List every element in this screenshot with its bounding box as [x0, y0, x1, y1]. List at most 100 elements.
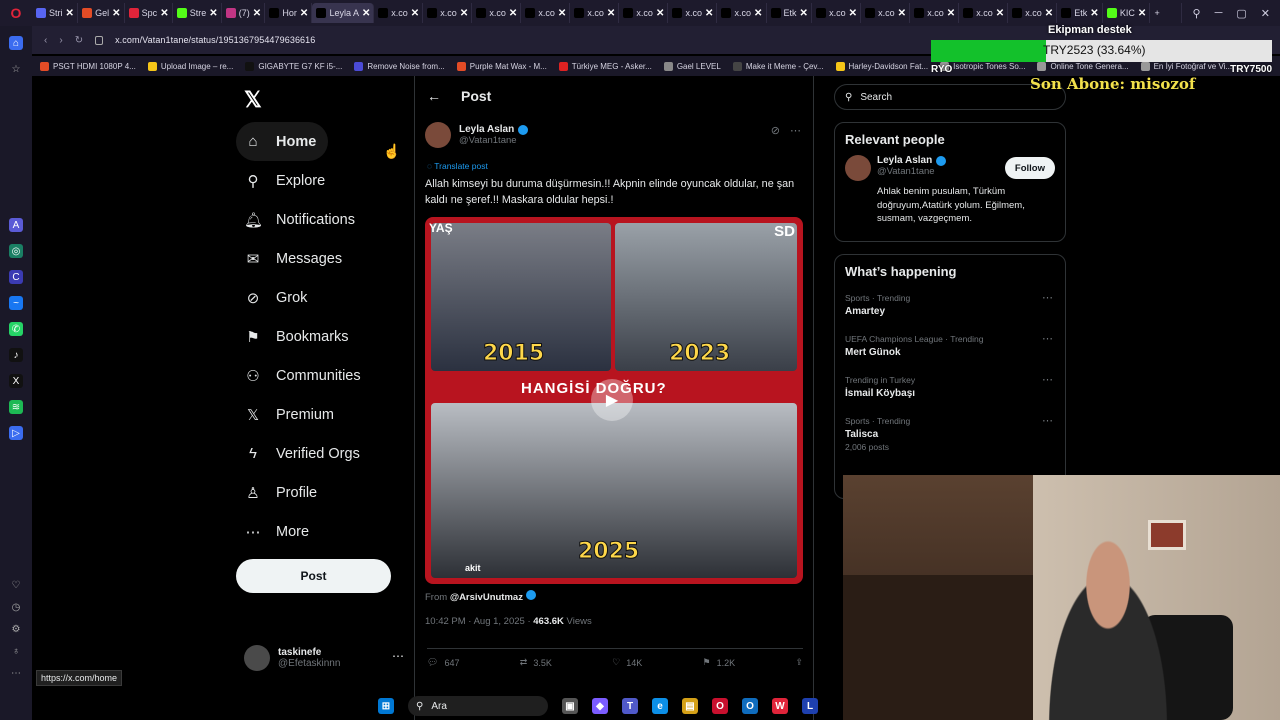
- browser-tab[interactable]: x.co ✕: [374, 3, 424, 23]
- task-view-icon[interactable]: ▣: [562, 698, 578, 714]
- nav-item-bookmarks[interactable]: ⚑ Bookmarks: [236, 317, 406, 356]
- browser-tab[interactable]: Stre ✕: [173, 3, 222, 23]
- trend-item[interactable]: Sports · Trending Talisca 2,006 posts ⋯: [835, 408, 1065, 452]
- heart-icon[interactable]: ♡: [9, 578, 23, 592]
- browser-tab[interactable]: x.co ✕: [1008, 3, 1058, 23]
- whatsapp-icon[interactable]: ✆: [9, 322, 23, 336]
- tab-close-icon[interactable]: ✕: [209, 8, 217, 19]
- trend-item[interactable]: Trending in Turkey İsmail Köybaşı ⋯: [835, 367, 1065, 408]
- browser-tab[interactable]: x.co ✕: [959, 3, 1009, 23]
- bookmark-item[interactable]: Gael LEVEL: [663, 61, 721, 71]
- nav-item-communities[interactable]: ⚇ Communities: [236, 356, 406, 395]
- browser-tab[interactable]: Spc ✕: [125, 3, 173, 23]
- opera-icon[interactable]: O: [712, 698, 728, 714]
- tab-close-icon[interactable]: ✕: [253, 8, 261, 19]
- bookmark-item[interactable]: Remove Noise from...: [354, 61, 445, 71]
- tab-close-icon[interactable]: ✕: [411, 8, 419, 19]
- bookmark-button[interactable]: ⚑ 1.2K: [703, 657, 736, 668]
- nav-item-profile[interactable]: ♙ Profile: [236, 473, 406, 512]
- start-icon[interactable]: ⊞: [378, 698, 394, 714]
- source-account[interactable]: @ArsivUnutmaz: [450, 592, 523, 603]
- browser-tab[interactable]: x.co ✕: [521, 3, 571, 23]
- tab-close-icon[interactable]: ✕: [996, 8, 1004, 19]
- more-icon[interactable]: ⋯: [9, 666, 23, 680]
- tab-close-icon[interactable]: ✕: [66, 8, 74, 19]
- translate-link[interactable]: ◌ Translate post: [427, 161, 488, 171]
- forward-icon[interactable]: ›: [59, 35, 62, 46]
- tab-close-icon[interactable]: ✕: [112, 8, 120, 19]
- x-logo-icon[interactable]: 𝕏: [244, 87, 262, 113]
- browser-tab[interactable]: x.co ✕: [423, 3, 473, 23]
- back-arrow-icon[interactable]: ←: [427, 88, 441, 104]
- tab-close-icon[interactable]: ✕: [705, 8, 713, 19]
- tab-close-icon[interactable]: ✕: [160, 8, 168, 19]
- back-icon[interactable]: ‹: [44, 35, 47, 46]
- nav-item-premium[interactable]: 𝕏 Premium: [236, 395, 406, 434]
- bookmark-item[interactable]: GIGABYTE G7 KF i5-...: [245, 61, 342, 71]
- minimize-icon[interactable]: ─: [1215, 7, 1223, 20]
- outlook-icon[interactable]: O: [742, 698, 758, 714]
- messenger-icon[interactable]: ~: [9, 296, 23, 310]
- bookmark-item[interactable]: PSGT HDMI 1080P 4...: [40, 61, 136, 71]
- chatgpt-icon[interactable]: ◎: [9, 244, 23, 258]
- folder-icon[interactable]: ▤: [682, 698, 698, 714]
- settings-icon[interactable]: ⚙: [9, 622, 23, 636]
- bookmark-item[interactable]: Online Tone Genera...: [1037, 61, 1129, 71]
- post-video[interactable]: YAŞ SD 2015 2023 HANGİSİ DOĞRU? ▶ 2025 a…: [425, 217, 803, 584]
- launcher-icon[interactable]: L: [802, 698, 818, 714]
- tab-close-icon[interactable]: ✕: [300, 8, 308, 19]
- tab-close-icon[interactable]: ✕: [607, 8, 615, 19]
- bookmark-item[interactable]: Harley-Davidson Fat...: [835, 61, 928, 71]
- bookmark-item[interactable]: Upload Image – re...: [147, 61, 233, 71]
- url-field[interactable]: x.com/Vatan1tane/status/1951367954479636…: [115, 35, 315, 45]
- browser-tab[interactable]: Leyla A ✕: [312, 3, 375, 23]
- x-icon[interactable]: X: [9, 374, 23, 388]
- more-icon[interactable]: ⋯: [790, 124, 801, 137]
- nav-item-notifications[interactable]: 🔔︎ Notifications: [236, 200, 406, 239]
- teams-icon[interactable]: T: [622, 698, 638, 714]
- close-icon[interactable]: ✕: [1261, 7, 1270, 20]
- tab-close-icon[interactable]: ✕: [558, 8, 566, 19]
- browser-tab[interactable]: x.co ✕: [570, 3, 620, 23]
- more-icon[interactable]: ⋯: [392, 649, 404, 663]
- tab-close-icon[interactable]: ✕: [656, 8, 664, 19]
- aria-icon[interactable]: A: [9, 218, 23, 232]
- home-icon[interactable]: ⌂: [9, 36, 23, 50]
- edge-icon[interactable]: e: [652, 698, 668, 714]
- tab-close-icon[interactable]: ✕: [898, 8, 906, 19]
- reload-icon[interactable]: ↻: [75, 35, 83, 46]
- bookmark-item[interactable]: Türkiye MEG - Asker...: [558, 61, 652, 71]
- trend-item[interactable]: UEFA Champions League · Trending Mert Gün…: [835, 326, 1065, 367]
- tab-close-icon[interactable]: ✕: [1090, 8, 1098, 19]
- bulb-icon[interactable]: ♁: [9, 644, 23, 658]
- bookmark-item[interactable]: En İyi Fotoğraf ve Vi...: [1140, 61, 1232, 71]
- browser-tab[interactable]: Etk ✕: [767, 3, 813, 23]
- tab-close-icon[interactable]: ✕: [849, 8, 857, 19]
- nav-item-explore[interactable]: ⚲ Explore: [236, 161, 406, 200]
- repost-button[interactable]: ⇄ 3.5K: [520, 657, 552, 668]
- copilot-icon[interactable]: ◆: [592, 698, 608, 714]
- grok-icon[interactable]: ⊘: [771, 124, 780, 137]
- tab-close-icon[interactable]: ✕: [1138, 8, 1146, 19]
- tab-close-icon[interactable]: ✕: [1045, 8, 1053, 19]
- wps-icon[interactable]: W: [772, 698, 788, 714]
- more-icon[interactable]: ⋯: [1042, 291, 1053, 304]
- browser-tab[interactable]: KIC ✕: [1103, 3, 1151, 23]
- post-author[interactable]: Leyla Aslan @Vatan1tane: [425, 122, 529, 148]
- star-icon[interactable]: ☆: [9, 62, 23, 76]
- opera-logo-icon[interactable]: O: [0, 0, 32, 26]
- browser-tab[interactable]: x.co ✕: [472, 3, 522, 23]
- tab-close-icon[interactable]: ✕: [509, 8, 517, 19]
- browser-tab[interactable]: (7) ✕: [222, 3, 266, 23]
- share-button[interactable]: ⇪: [795, 657, 803, 668]
- cs-icon[interactable]: C: [9, 270, 23, 284]
- player-icon[interactable]: ▷: [9, 426, 23, 440]
- taskbar-search[interactable]: ⚲ Ara: [408, 696, 548, 716]
- tab-close-icon[interactable]: ✕: [947, 8, 955, 19]
- nav-item-grok[interactable]: ⊘ Grok: [236, 278, 406, 317]
- nav-item-home[interactable]: ⌂ Home: [236, 122, 328, 161]
- nav-item-more[interactable]: ⋯ More: [236, 512, 406, 551]
- bookmark-item[interactable]: Purple Mat Wax - M...: [456, 61, 547, 71]
- nav-item-verified-orgs[interactable]: ϟ Verified Orgs: [236, 434, 406, 473]
- spotify-icon[interactable]: ≋: [9, 400, 23, 414]
